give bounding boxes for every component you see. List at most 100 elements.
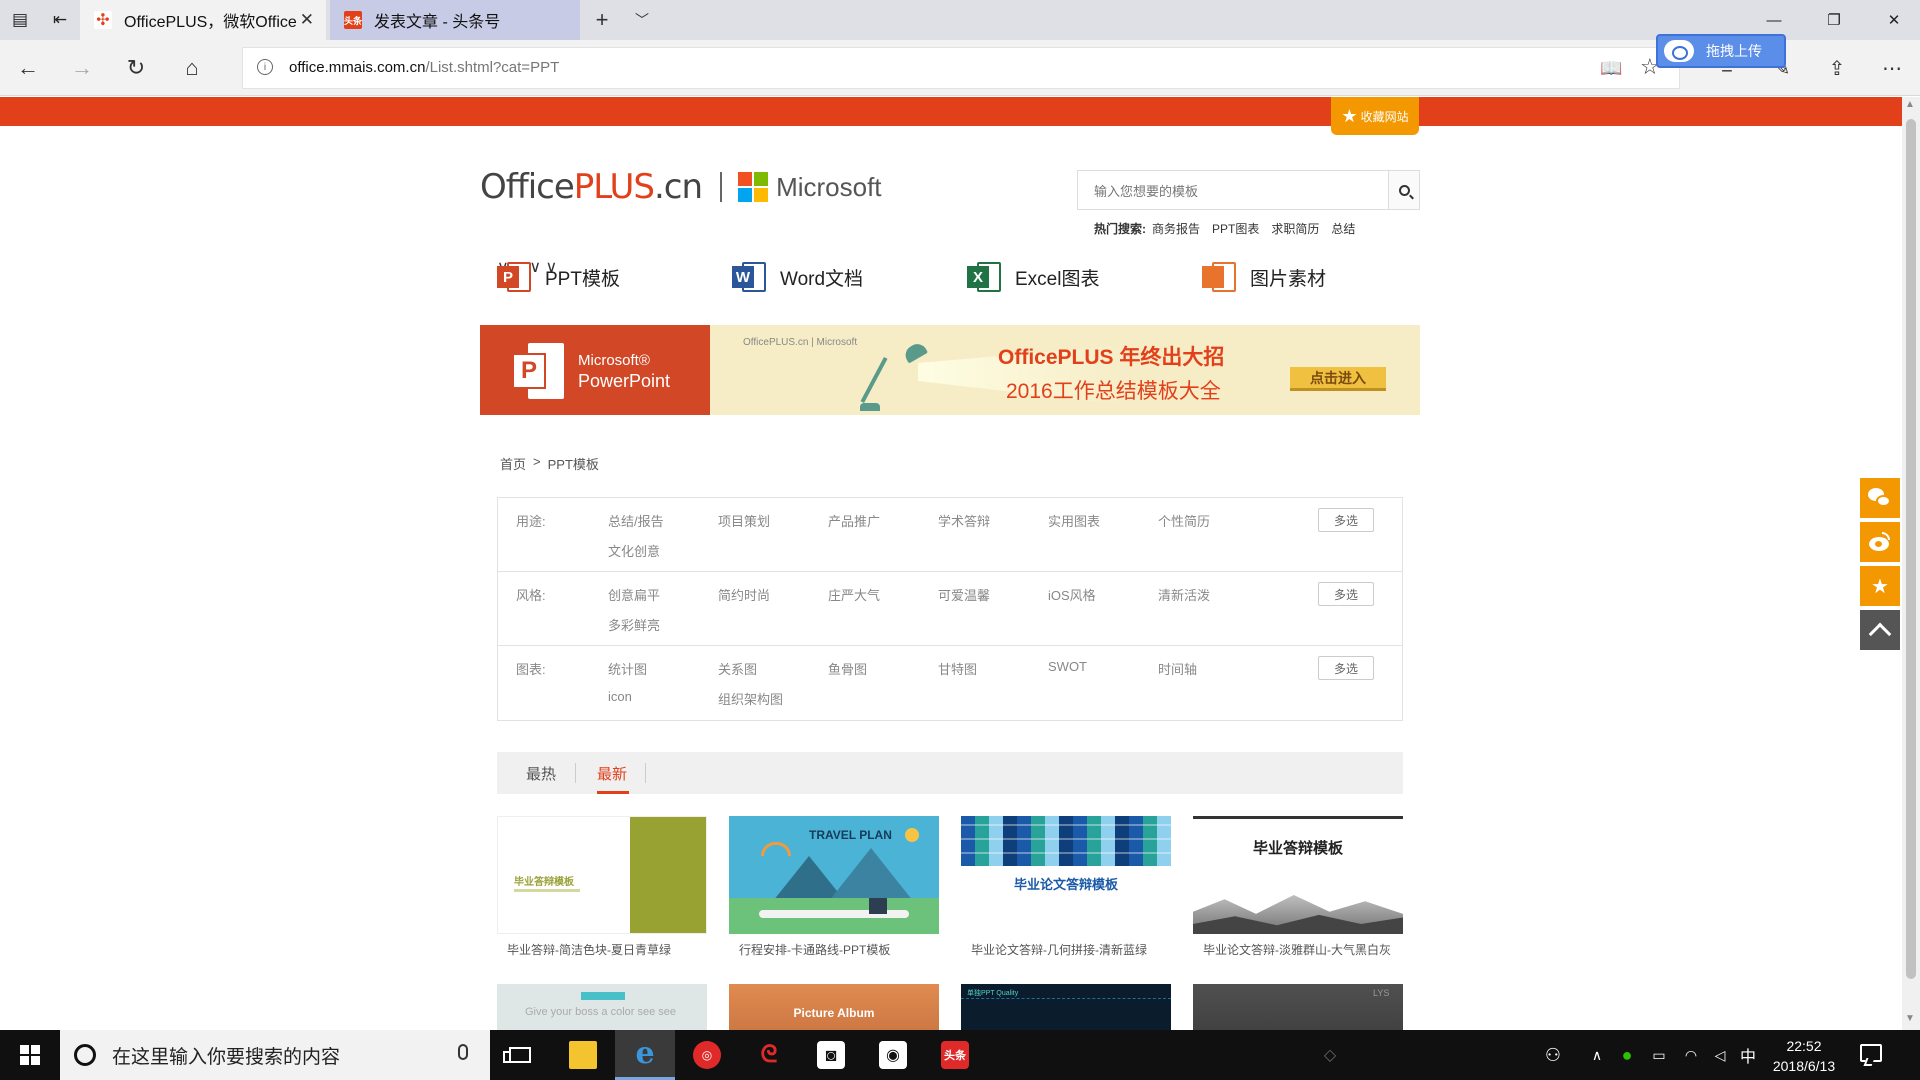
- action-center-icon[interactable]: [1860, 1044, 1882, 1062]
- show-hidden-icons-chevron-icon[interactable]: ∧: [1584, 1030, 1610, 1080]
- back-to-top-button[interactable]: [1860, 610, 1900, 650]
- filter-option[interactable]: 项目策划: [718, 511, 770, 530]
- home-button[interactable]: ⌂: [170, 46, 214, 90]
- template-thumbnail[interactable]: 毕业答辩模板: [497, 816, 707, 934]
- camera-button[interactable]: ◉: [863, 1030, 923, 1080]
- breadcrumb-home[interactable]: 首页: [500, 454, 526, 473]
- drag-upload-button[interactable]: 拖拽上传: [1656, 34, 1786, 68]
- scroll-up-icon[interactable]: ▲: [1905, 99, 1915, 110]
- filter-option[interactable]: 简约时尚: [718, 585, 770, 604]
- weibo-share-button[interactable]: [1860, 522, 1900, 562]
- filter-option[interactable]: 总结/报告: [608, 511, 664, 530]
- template-search-input[interactable]: 输入您想要的模板: [1077, 170, 1388, 210]
- hot-search-term[interactable]: 求职简历: [1271, 220, 1319, 237]
- multi-select-button[interactable]: 多选: [1318, 656, 1374, 680]
- category-excel[interactable]: X Excel图表: [967, 257, 1099, 297]
- promo-banner[interactable]: P Microsoft® PowerPoint OfficePLUS.cn | …: [480, 325, 1420, 415]
- netease-music-button[interactable]: ◎: [677, 1030, 737, 1080]
- filter-option[interactable]: 时间轴: [1158, 659, 1197, 678]
- filter-option[interactable]: 关系图: [718, 659, 757, 678]
- weibo-app-button[interactable]: ᘓ: [739, 1030, 799, 1080]
- template-card[interactable]: 毕业答辩模板 毕业答辩-简洁色块-夏日青草绿: [497, 816, 707, 958]
- forward-button[interactable]: →: [60, 46, 104, 90]
- sort-tab-hot[interactable]: 最热: [526, 763, 556, 784]
- filter-option[interactable]: 产品推广: [828, 511, 880, 530]
- template-title[interactable]: 毕业答辩-简洁色块-夏日青草绿: [497, 941, 707, 958]
- volume-icon[interactable]: ◁: [1706, 1030, 1734, 1080]
- refresh-button[interactable]: ↻: [114, 46, 158, 90]
- filter-option[interactable]: 统计图: [608, 659, 647, 678]
- url-text[interactable]: office.mmais.com.cn/List.shtml?cat=PPT: [289, 59, 559, 76]
- filter-option[interactable]: 组织架构图: [718, 689, 783, 708]
- system-clock[interactable]: 22:52 2018/6/13: [1756, 1036, 1852, 1076]
- task-view-button[interactable]: [490, 1030, 550, 1080]
- template-card[interactable]: 毕业论文答辩模板 毕业论文答辩-几何拼接-清新蓝绿: [961, 816, 1171, 958]
- filter-option[interactable]: SWOT: [1048, 659, 1087, 674]
- multi-select-button[interactable]: 多选: [1318, 508, 1374, 532]
- people-icon[interactable]: ⚇: [1535, 1030, 1571, 1080]
- template-card[interactable]: LYS: [1193, 984, 1403, 1030]
- wifi-icon[interactable]: ◠: [1676, 1030, 1706, 1080]
- category-word[interactable]: W Word文档: [732, 257, 863, 297]
- filter-option[interactable]: 学术答辩: [938, 511, 990, 530]
- template-title[interactable]: 行程安排-卡通路线-PPT模板: [729, 941, 939, 958]
- template-title[interactable]: 毕业论文答辩-淡雅群山-大气黑白灰: [1193, 941, 1403, 958]
- scroll-down-icon[interactable]: ▼: [1905, 1013, 1915, 1024]
- filter-option[interactable]: 甘特图: [938, 659, 977, 678]
- filter-option[interactable]: 庄严大气: [828, 585, 880, 604]
- tab-toutiao[interactable]: 头条 发表文章 - 头条号: [330, 0, 580, 40]
- search-button[interactable]: [1388, 170, 1420, 210]
- close-window-button[interactable]: ✕: [1864, 0, 1920, 40]
- taskbar-search-box[interactable]: 在这里输入你要搜索的内容: [60, 1030, 490, 1080]
- sort-tab-newest[interactable]: 最新: [597, 763, 627, 784]
- vertical-scrollbar[interactable]: ▲ ▼: [1902, 97, 1920, 1030]
- tab-officeplus[interactable]: ✣ OfficePLUS，微软Office ✕: [80, 0, 326, 40]
- category-ppt[interactable]: P PPT模板: [497, 257, 620, 297]
- template-thumbnail[interactable]: TRAVEL PLAN: [729, 816, 939, 934]
- restore-button[interactable]: ❐: [1804, 0, 1864, 40]
- hot-search-term[interactable]: PPT图表: [1212, 220, 1259, 237]
- template-card[interactable]: 毕业答辩模板 毕业论文答辩-淡雅群山-大气黑白灰: [1193, 816, 1403, 958]
- multi-select-button[interactable]: 多选: [1318, 582, 1374, 606]
- bookmark-site-button[interactable]: ★ 收藏网站: [1331, 97, 1419, 135]
- more-menu-icon[interactable]: ⋯: [1870, 46, 1914, 90]
- battery-icon[interactable]: ▭: [1644, 1030, 1674, 1080]
- template-card[interactable]: 单独PPT Quality: [961, 984, 1171, 1030]
- filter-option[interactable]: 文化创意: [608, 541, 660, 560]
- set-aside-tabs-icon[interactable]: ⇤: [40, 0, 80, 40]
- close-icon[interactable]: ✕: [300, 10, 314, 30]
- template-card[interactable]: Give your boss a color see see: [497, 984, 707, 1030]
- filter-option[interactable]: 鱼骨图: [828, 659, 867, 678]
- new-tab-button[interactable]: +: [582, 0, 622, 40]
- address-bar[interactable]: i office.mmais.com.cn/List.shtml?cat=PPT: [242, 47, 1680, 89]
- filter-option[interactable]: 清新活泼: [1158, 585, 1210, 604]
- toutiao-app-button[interactable]: 头条: [925, 1030, 985, 1080]
- edge-button[interactable]: e: [615, 1030, 675, 1080]
- microphone-icon[interactable]: [458, 1044, 468, 1060]
- back-button[interactable]: ←: [6, 46, 50, 90]
- filter-option[interactable]: 个性简历: [1158, 511, 1210, 530]
- filter-option[interactable]: icon: [608, 689, 632, 704]
- site-logo[interactable]: OfficePLUS.cn Microsoft: [480, 167, 882, 207]
- template-thumbnail[interactable]: Picture Album: [729, 984, 939, 1030]
- start-button[interactable]: [0, 1030, 60, 1080]
- favorite-button[interactable]: ★: [1860, 566, 1900, 606]
- hot-search-term[interactable]: 商务报告: [1152, 220, 1200, 237]
- hot-search-term[interactable]: 总结: [1331, 220, 1355, 237]
- filter-option[interactable]: 创意扁平: [608, 585, 660, 604]
- filter-option[interactable]: 多彩鲜亮: [608, 615, 660, 634]
- category-images[interactable]: 图片素材: [1202, 257, 1326, 297]
- banner-enter-button[interactable]: 点击进入: [1290, 367, 1386, 391]
- site-info-icon[interactable]: i: [257, 59, 273, 75]
- share-icon[interactable]: ⇪: [1815, 46, 1859, 90]
- screen-capture-button[interactable]: ◙: [801, 1030, 861, 1080]
- filter-option[interactable]: iOS风格: [1048, 585, 1096, 604]
- template-thumbnail[interactable]: Give your boss a color see see: [497, 984, 707, 1030]
- template-thumbnail[interactable]: 单独PPT Quality: [961, 984, 1171, 1030]
- tab-manager-icon[interactable]: ▤: [0, 0, 40, 40]
- filter-option[interactable]: 可爱温馨: [938, 585, 990, 604]
- scrollbar-thumb[interactable]: [1906, 119, 1916, 979]
- filter-option[interactable]: 实用图表: [1048, 511, 1100, 530]
- file-explorer-button[interactable]: [553, 1030, 613, 1080]
- reading-view-icon[interactable]: 📖: [1600, 58, 1622, 79]
